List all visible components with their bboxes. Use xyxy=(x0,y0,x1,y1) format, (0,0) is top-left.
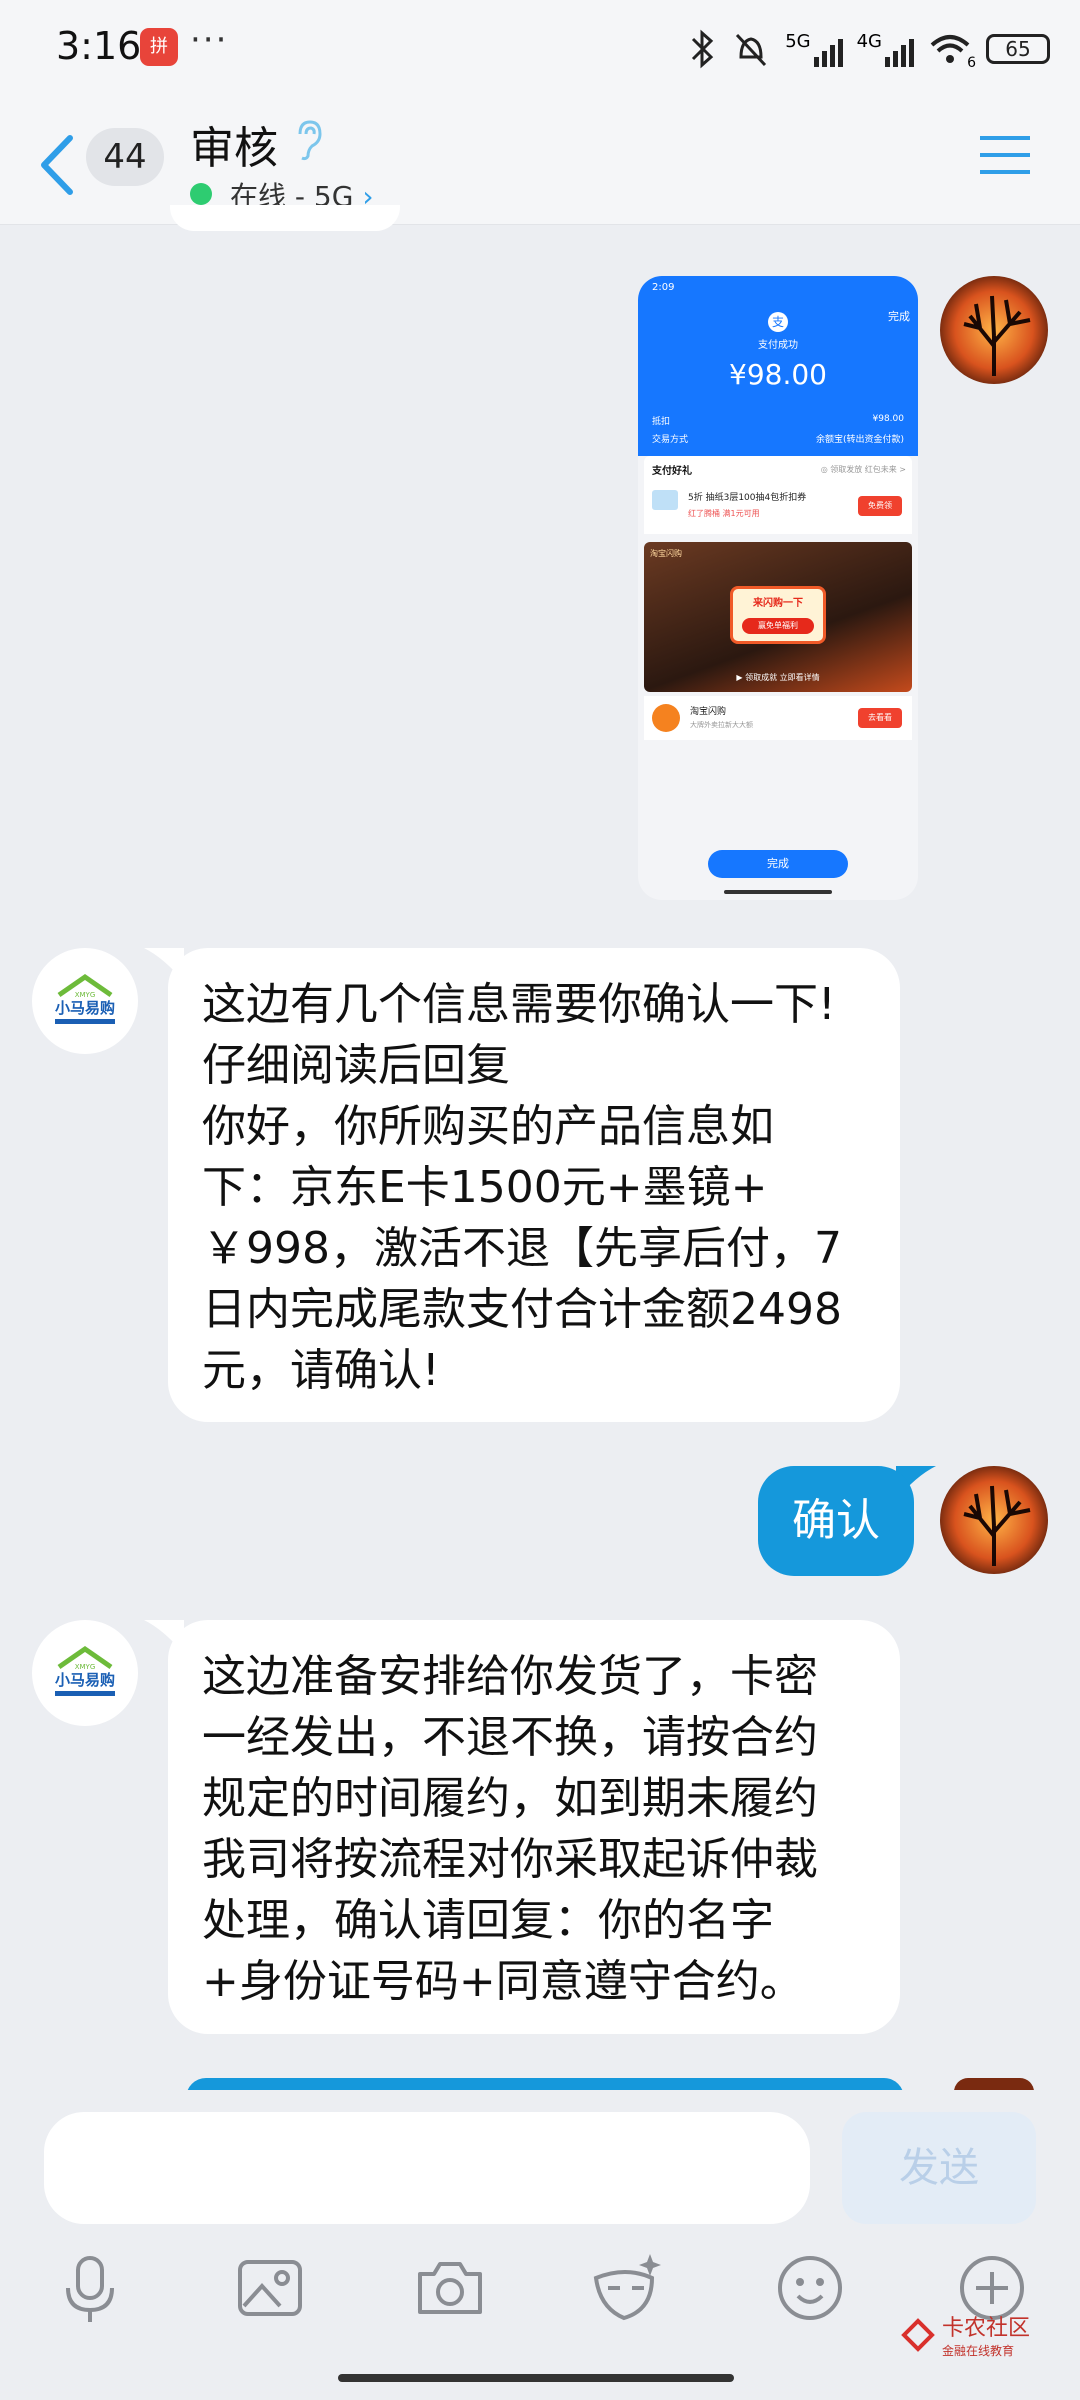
mini-row1-label: 抵扣 xyxy=(652,417,671,427)
message-input[interactable] xyxy=(44,2112,810,2224)
mini-brand-tag: 淘宝闪购 xyxy=(650,549,682,558)
message-line: +身份证号码+同意遵守合约。 xyxy=(202,1956,804,2007)
mini-amount: ¥98.00 xyxy=(729,358,827,391)
mini-coupon-text: 5折 抽纸3层100抽4包折扣券 xyxy=(688,493,807,503)
mini-time: 2:09 xyxy=(652,282,675,293)
user-avatar[interactable] xyxy=(940,276,1048,384)
contact-name[interactable]: 审核 xyxy=(190,112,278,176)
mini-banner-bottom: ▶ 领取成就 立即看详情 xyxy=(736,673,820,682)
message-bubble-3[interactable]: 这边准备安排给你发货了，卡密 一经发出，不退不换，请按合约 规定的时间履约，如到… xyxy=(168,1620,900,2034)
logo-top-text: XMYG xyxy=(75,1663,96,1671)
mini-section-title: 支付好礼 xyxy=(652,466,692,477)
message-bubble-1[interactable]: 这边有几个信息需要你确认一下! 仔细阅读后回复 你好，你所购买的产品信息如 下：… xyxy=(168,948,900,1422)
message-line: 元，请确认! xyxy=(202,1345,440,1396)
ear-icon[interactable] xyxy=(292,118,324,162)
mini-row1-value: ¥98.00 xyxy=(872,414,905,424)
message-line: 规定的时间履约，如到期未履约 xyxy=(202,1773,818,1824)
mini-coupon-button: 免费领 xyxy=(858,496,902,516)
back-button[interactable] xyxy=(32,130,82,200)
message-line: 仔细阅读后回复 xyxy=(202,1040,510,1091)
mini-coupon-thumb xyxy=(652,490,678,510)
image-message[interactable]: 2:09 完成 支 支付成功 ¥98.00 抵扣 ¥98.00 交易方式 余额宝… xyxy=(638,276,918,900)
watermark-logo-icon xyxy=(901,2317,935,2352)
logo-top-text: XMYG xyxy=(75,991,96,999)
tree-avatar-icon xyxy=(940,1466,1048,1574)
tree-avatar-icon xyxy=(940,276,1048,384)
status-icons: 5G 4G 6 65 xyxy=(687,26,1050,72)
mini-ad-sub: 大牌外卖拉新大大额 xyxy=(690,721,753,729)
network-label: 5G xyxy=(785,31,811,52)
mini-ad-title: 淘宝闪购 xyxy=(690,707,727,717)
signal-4g: 4G xyxy=(857,31,914,67)
network-label: 4G xyxy=(856,31,882,52)
sticker-magic-icon[interactable] xyxy=(586,2248,666,2328)
mini-ad-button: 去看看 xyxy=(858,708,902,728)
message-line: 这边准备安排给你发货了，卡密 xyxy=(202,1651,818,1702)
alipay-icon: 支 xyxy=(768,312,788,332)
home-indicator xyxy=(338,2374,734,2382)
send-button[interactable]: 发送 xyxy=(842,2112,1036,2224)
battery-icon: 65 xyxy=(986,34,1050,64)
mini-ad-logo xyxy=(652,704,680,732)
mini-section-right: ◎ 领取发放 红包未来 > xyxy=(820,465,906,474)
message-line: 处理，确认请回复：你的名字 xyxy=(202,1895,774,1946)
mini-home-indicator xyxy=(724,890,832,894)
unread-count-badge[interactable]: 44 xyxy=(86,128,164,186)
message-line: 日内完成尾款支付合计金额2498 xyxy=(202,1284,842,1335)
wifi-icon: 6 xyxy=(928,31,976,71)
watermark-sub: 金融在线教育 xyxy=(942,2344,1015,2358)
xiaoma-logo-icon: XMYG 小马易购 xyxy=(55,1645,115,1696)
bluetooth-icon xyxy=(692,29,714,69)
message-line: ￥998，激活不退【先享后付，7 xyxy=(202,1223,842,1274)
message-line: 你好，你所购买的产品信息如 xyxy=(202,1101,774,1152)
bot-avatar[interactable]: XMYG 小马易购 xyxy=(32,1620,138,1726)
message-bubble-2[interactable]: 确认 xyxy=(758,1466,914,1576)
mini-banner-line2: 赢免单福利 xyxy=(742,618,814,634)
app-notification-icon: 拼 xyxy=(140,28,178,66)
watermark-title: 卡农社区 xyxy=(942,2316,1031,2341)
logo-main-text: 小马易购 xyxy=(55,1671,115,1689)
more-notifications-icon: ··· xyxy=(190,20,229,60)
mini-done-button: 完成 xyxy=(708,850,848,878)
previous-message-fragment xyxy=(170,205,400,231)
microphone-icon[interactable] xyxy=(50,2248,130,2328)
online-indicator xyxy=(190,183,212,205)
xiaoma-logo-icon: XMYG 小马易购 xyxy=(55,973,115,1024)
mini-row2-value: 余额宝(转出资金付款) xyxy=(815,435,904,445)
user-avatar[interactable] xyxy=(940,1466,1048,1574)
emoji-icon[interactable] xyxy=(770,2248,850,2328)
signal-5g: 5G xyxy=(785,31,843,67)
message-line: 这边有几个信息需要你确认一下! xyxy=(202,979,836,1030)
logo-main-text: 小马易购 xyxy=(55,999,115,1017)
image-icon[interactable] xyxy=(230,2248,310,2328)
camera-icon[interactable] xyxy=(410,2248,490,2328)
mute-icon xyxy=(736,33,767,67)
mini-banner-line1: 来闪购一下 xyxy=(753,598,803,609)
bot-avatar[interactable]: XMYG 小马易购 xyxy=(32,948,138,1054)
status-time: 3:16 xyxy=(56,24,142,68)
watermark: 卡农社区 金融在线教育 xyxy=(900,2310,1030,2359)
wifi-level: 6 xyxy=(967,55,976,71)
mini-row2-label: 交易方式 xyxy=(652,435,689,445)
mini-done-top: 完成 xyxy=(888,310,910,323)
mini-coupon-sub: 红了腾桶 满1元可用 xyxy=(688,509,760,518)
message-line: 一经发出，不退不换，请按合约 xyxy=(202,1712,818,1763)
message-line: 我司将按流程对你采取起诉仲裁 xyxy=(202,1834,818,1885)
mini-title: 支付成功 xyxy=(758,340,798,351)
menu-button[interactable] xyxy=(978,132,1032,178)
message-line: 下：京东E卡1500元+墨镜+ xyxy=(202,1162,768,1213)
